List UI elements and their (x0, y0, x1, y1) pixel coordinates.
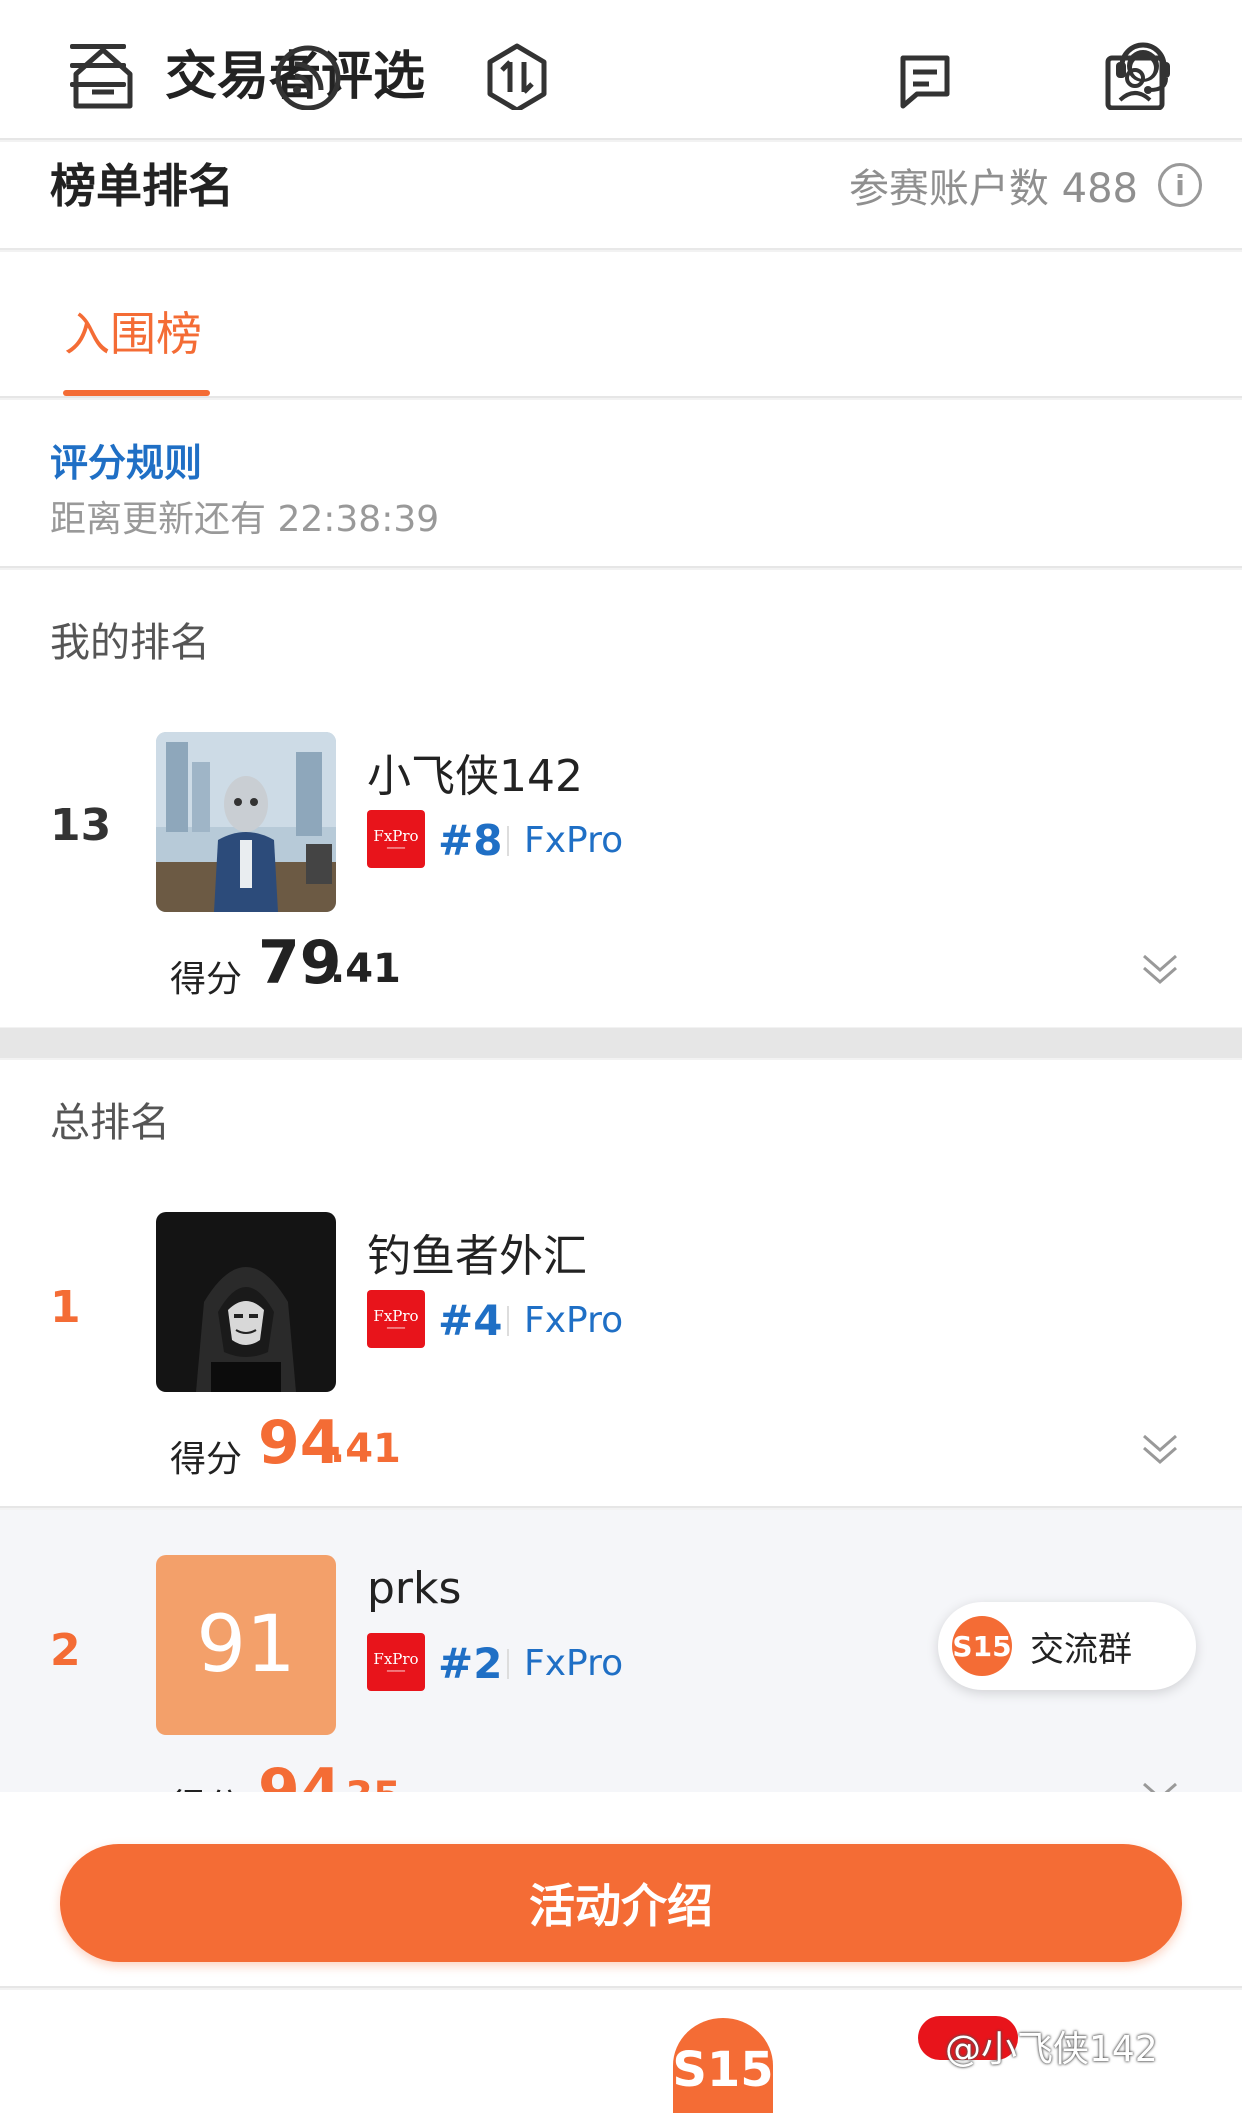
fxpro-logo-icon: FxPro ━━━━━ (367, 810, 425, 868)
score-label: 得分 (170, 1778, 242, 1792)
avatar[interactable] (156, 732, 336, 912)
total-rank-label: 总排名 (50, 1100, 170, 1146)
fxpro-logo-icon: FxPro ━━━━━ (367, 1633, 425, 1691)
rank-number: 1 (50, 1282, 81, 1333)
fxpro-logo-icon: FxPro ━━━━━ (367, 1290, 425, 1348)
home-icon[interactable] (68, 40, 138, 110)
divider (507, 1649, 509, 1679)
robot-avatar-image (156, 732, 336, 912)
avatar[interactable] (156, 1212, 336, 1392)
hooded-figure-avatar-image (156, 1212, 336, 1392)
trade-icon[interactable] (482, 40, 552, 110)
ranking-title: 榜单排名 (50, 159, 234, 213)
group-chat-label: 交流群 (1030, 1629, 1132, 1670)
my-rank-number: 13 (50, 800, 112, 851)
section-divider (0, 1028, 1242, 1058)
info-icon[interactable]: i (1158, 163, 1202, 207)
score-decimal: .41 (330, 1426, 401, 1472)
score-integer: 79 (258, 928, 342, 998)
app-header: 交易者评选 (0, 0, 1242, 140)
broker-rank: #4 (438, 1296, 503, 1345)
message-icon[interactable] (895, 40, 965, 110)
chevron-down-icon[interactable] (1140, 1776, 1180, 1792)
participants-count: 参赛账户数 488 i (849, 156, 1202, 214)
s15-nav-button[interactable]: S15 (672, 2018, 774, 2113)
scoring-rules-link[interactable]: 评分规则 (50, 432, 202, 487)
participants-label: 参赛账户数 488 (848, 166, 1138, 212)
feed-icon[interactable] (273, 40, 343, 110)
broker-name[interactable]: FxPro (524, 820, 623, 861)
tab-shortlist[interactable]: 入围榜 (64, 298, 202, 364)
broker-name[interactable]: FxPro (524, 1643, 623, 1684)
user-name: 钓鱼者外汇 (367, 1231, 587, 1282)
update-countdown: 距离更新还有 22:38:39 (50, 499, 440, 540)
broker-rank: #2 (438, 1639, 503, 1688)
tab-active-indicator (63, 390, 210, 396)
user-name: prks (367, 1563, 462, 1614)
avatar[interactable]: 91 (156, 1555, 336, 1735)
score-decimal: .41 (330, 946, 401, 992)
watermark-text: @小飞侠142 (945, 2029, 1158, 2070)
row-score-clip: 得分 94 .35 (0, 1758, 1242, 1792)
rank-number: 2 (50, 1625, 81, 1676)
score-label: 得分 (170, 1439, 243, 1480)
divider (507, 826, 509, 856)
score-label: 得分 (170, 959, 243, 1000)
profile-icon[interactable] (1100, 40, 1170, 110)
score-decimal: .35 (330, 1774, 401, 1792)
score-integer: 94 (258, 1408, 342, 1478)
chevron-down-icon[interactable] (1140, 1428, 1180, 1468)
broker-name[interactable]: FxPro (524, 1300, 623, 1341)
broker-rank: #8 (438, 816, 503, 865)
score-integer: 94 (258, 1758, 342, 1792)
user-name: 小飞侠142 (367, 751, 583, 802)
group-chat-button[interactable]: S15 交流群 (938, 1602, 1196, 1690)
my-rank-label: 我的排名 (50, 620, 210, 666)
divider (507, 1306, 509, 1336)
chevron-down-icon[interactable] (1140, 948, 1180, 988)
s15-badge-icon: S15 (952, 1616, 1012, 1676)
activity-intro-button[interactable]: 活动介绍 (60, 1844, 1182, 1962)
